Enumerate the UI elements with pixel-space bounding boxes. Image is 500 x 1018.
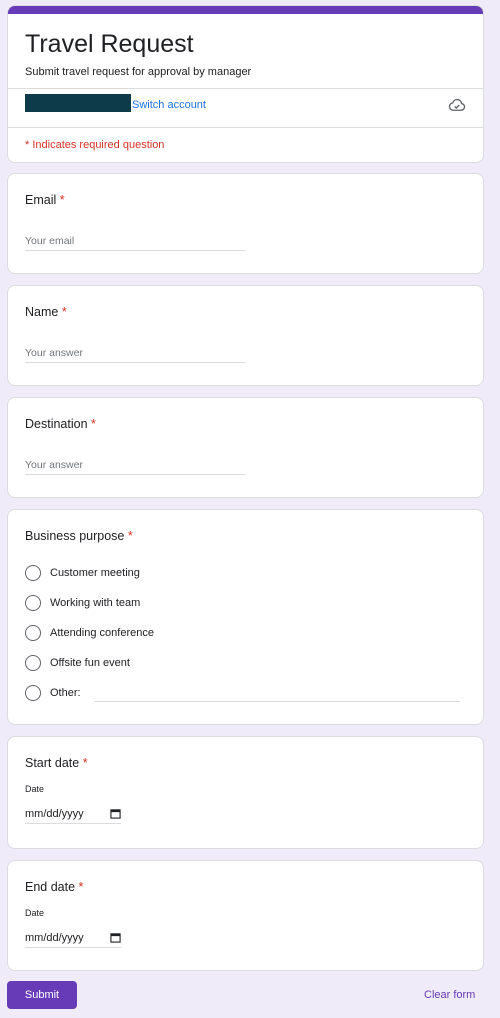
radio-button[interactable] — [25, 565, 41, 581]
radio-label: Other: — [50, 687, 81, 699]
question-title-destination: Destination * — [25, 417, 96, 431]
question-title-business-purpose: Business purpose * — [25, 529, 133, 543]
form-description: Submit travel request for approval by ma… — [25, 66, 252, 78]
header-divider-2 — [8, 127, 483, 128]
radio-label: Customer meeting — [50, 567, 140, 579]
question-title-end-date: End date * — [25, 880, 83, 894]
radio-button[interactable] — [25, 625, 41, 641]
switch-account-link[interactable]: Switch account — [132, 99, 206, 111]
radio-button[interactable] — [25, 685, 41, 701]
required-note: * Indicates required question — [25, 139, 165, 151]
question-label: Destination — [25, 417, 88, 431]
required-star: * — [59, 193, 65, 207]
cloud-saved-icon[interactable] — [448, 96, 466, 114]
question-title-email: Email * — [25, 193, 65, 207]
end-date-input[interactable]: mm/dd/yyyy — [25, 928, 121, 948]
radio-option-other[interactable]: Other: — [25, 684, 81, 702]
question-card-name: Name * — [7, 285, 484, 386]
clear-form-link[interactable]: Clear form — [424, 989, 475, 1001]
radio-label: Working with team — [50, 597, 141, 609]
question-label: Start date — [25, 756, 80, 770]
question-label: Name — [25, 305, 59, 319]
submit-button[interactable]: Submit — [7, 981, 77, 1009]
question-label: End date — [25, 880, 76, 894]
question-title-start-date: Start date * — [25, 756, 88, 770]
form-header-card: Travel Request Submit travel request for… — [7, 5, 484, 163]
date-value: mm/dd/yyyy — [25, 931, 84, 944]
question-label: Email — [25, 193, 57, 207]
radio-option-working-with-team[interactable]: Working with team — [25, 594, 140, 612]
question-card-end-date: End date * Date mm/dd/yyyy — [7, 860, 484, 971]
radio-button[interactable] — [25, 595, 41, 611]
radio-button[interactable] — [25, 655, 41, 671]
date-sublabel: Date — [25, 784, 45, 794]
calendar-icon[interactable] — [110, 808, 121, 819]
required-star: * — [61, 305, 67, 319]
question-title-name: Name * — [25, 305, 67, 319]
radio-label: Offsite fun event — [50, 657, 130, 669]
required-star: * — [91, 417, 96, 431]
required-star: * — [127, 529, 133, 543]
radio-option-offsite-fun-event[interactable]: Offsite fun event — [25, 654, 130, 672]
name-input[interactable] — [25, 343, 245, 363]
date-value: mm/dd/yyyy — [25, 807, 84, 820]
question-card-destination: Destination * — [7, 397, 484, 498]
header-divider — [8, 88, 483, 89]
question-card-email: Email * — [7, 173, 484, 274]
radio-option-attending-conference[interactable]: Attending conference — [25, 624, 154, 642]
form-title: Travel Request — [25, 30, 194, 58]
radio-label: Attending conference — [50, 627, 154, 639]
question-card-start-date: Start date * Date mm/dd/yyyy — [7, 736, 484, 849]
question-label: Business purpose — [25, 529, 125, 543]
radio-option-customer-meeting[interactable]: Customer meeting — [25, 564, 140, 582]
header-accent-bar — [8, 6, 483, 14]
calendar-icon[interactable] — [110, 932, 121, 943]
start-date-input[interactable]: mm/dd/yyyy — [25, 804, 121, 824]
question-card-business-purpose: Business purpose * Customer meeting Work… — [7, 509, 484, 725]
account-email-redacted — [25, 94, 131, 112]
required-star: * — [82, 756, 88, 770]
required-star: * — [78, 880, 84, 894]
destination-input[interactable] — [25, 455, 245, 475]
email-input[interactable] — [25, 231, 245, 251]
date-sublabel: Date — [25, 908, 45, 918]
other-text-input[interactable] — [94, 701, 460, 702]
